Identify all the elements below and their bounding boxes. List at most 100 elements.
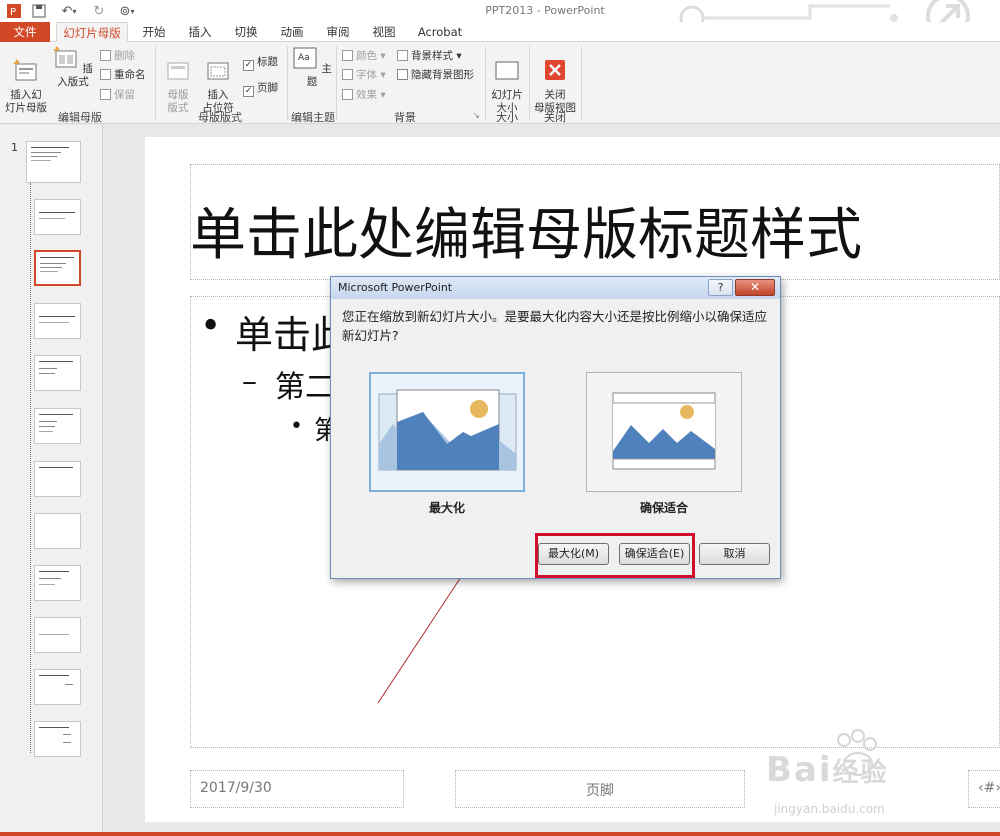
ribbon-separator xyxy=(155,46,156,120)
delete-label: 删除 xyxy=(114,50,135,62)
background-styles-label: 背景样式 xyxy=(411,50,453,62)
close-master-view-button[interactable]: 关闭 母版视图 xyxy=(532,46,578,115)
tab-review[interactable]: 审阅 xyxy=(318,22,358,42)
thumbnail-layout[interactable] xyxy=(34,199,81,235)
group-label-close: 关闭 xyxy=(544,111,566,124)
powerpoint-logo-icon: P xyxy=(6,2,22,20)
tab-acrobat[interactable]: Acrobat xyxy=(412,22,468,42)
effects-icon xyxy=(342,89,353,100)
thumbnail-layout[interactable] xyxy=(34,355,81,391)
checkmark-icon: ✓ xyxy=(243,86,254,97)
thumbnail-layout[interactable] xyxy=(34,617,81,653)
save-icon[interactable] xyxy=(30,2,48,20)
tab-insert[interactable]: 插入 xyxy=(180,22,220,42)
ribbon-separator xyxy=(485,46,486,120)
slide-size-icon xyxy=(495,61,519,80)
bullet-dot: • xyxy=(200,306,222,347)
master-layout-icon xyxy=(167,62,189,80)
effects-label: 效果 xyxy=(356,89,377,101)
master-layout-button[interactable]: 母版 版式 xyxy=(160,46,196,115)
insert-placeholder-icon xyxy=(207,62,229,80)
ribbon-separator xyxy=(336,46,337,120)
background-styles-dropdown[interactable]: 背景样式 ▾ xyxy=(397,48,462,64)
tab-transitions[interactable]: 切换 xyxy=(226,22,266,42)
group-label-master-layout: 母版版式 xyxy=(198,111,242,124)
ensure-fit-option[interactable] xyxy=(586,372,742,492)
dialog-launcher-icon[interactable]: ↘ xyxy=(473,108,480,124)
rename-button[interactable]: 重命名 xyxy=(100,67,146,83)
background-styles-icon xyxy=(397,50,408,61)
dialog-message: 您正在缩放到新幻灯片大小。是要最大化内容大小还是按比例缩小以确保适应新幻灯片? xyxy=(342,309,768,343)
theme-icon: Aa xyxy=(293,47,317,69)
dash-marker: – xyxy=(242,364,257,399)
bottom-status-strip xyxy=(0,832,1000,836)
redo-icon[interactable]: ↻ xyxy=(90,2,108,20)
maximize-option[interactable] xyxy=(369,372,525,492)
present-icon[interactable]: ⊚ ▾ xyxy=(114,2,140,20)
title-checkbox[interactable]: ✓ 标题 xyxy=(243,54,278,71)
tab-slide-master[interactable]: 幻灯片母版 xyxy=(56,22,128,43)
checkbox-icon xyxy=(397,69,408,80)
tab-file[interactable]: 文件 xyxy=(0,22,50,42)
slide-title[interactable]: 单击此处编辑母版标题样式 xyxy=(190,190,862,271)
help-button[interactable]: ? xyxy=(708,279,733,296)
thumbnail-pane: 1 xyxy=(0,125,103,836)
title-bar: P ↶ ▾ ↻ ⊚ ▾ PPT2013 - PowerPoint xyxy=(0,0,1000,38)
cancel-button[interactable]: 取消 xyxy=(699,543,770,565)
undo-icon[interactable]: ↶ ▾ xyxy=(56,2,82,20)
tab-home[interactable]: 开始 xyxy=(134,22,174,42)
tab-animations[interactable]: 动画 xyxy=(272,22,312,42)
tab-view[interactable]: 视图 xyxy=(364,22,404,42)
thumbnail-layout[interactable] xyxy=(34,565,81,601)
group-label-background: 背景 xyxy=(394,111,416,124)
date-text: 2017/9/30 xyxy=(200,780,272,796)
thumbnail-layout[interactable] xyxy=(34,721,81,757)
insert-placeholder-button[interactable]: 插入 占位符 xyxy=(196,46,240,115)
hide-background-checkbox[interactable]: 隐藏背景图形 xyxy=(397,67,474,83)
group-label-size: 大小 xyxy=(496,111,518,124)
group-label-edit-master: 编辑母版 xyxy=(58,111,102,124)
dialog-header: Microsoft PowerPoint ? ✕ xyxy=(331,277,780,299)
dialog-title: Microsoft PowerPoint xyxy=(338,281,453,294)
watermark-brand: Bai xyxy=(766,750,833,790)
ribbon-separator xyxy=(529,46,530,120)
dialog-close-button[interactable]: ✕ xyxy=(735,279,775,296)
tree-line xyxy=(30,183,31,753)
title-checkbox-label: 标题 xyxy=(257,56,278,68)
footer-checkbox[interactable]: ✓ 页脚 xyxy=(243,80,278,97)
thumbnail-master[interactable] xyxy=(26,141,81,183)
baidu-watermark: Bai经验 jingyan.baidu.com xyxy=(762,724,1000,836)
fonts-dropdown[interactable]: 字体 ▾ xyxy=(342,67,386,83)
preserve-icon xyxy=(100,89,111,100)
watermark-suffix: 经验 xyxy=(832,758,889,788)
ribbon: 插入幻 灯片母版 插入版式 删除 重命名 保留 编辑母版 母版 版式 插入 占位… xyxy=(0,42,1000,124)
group-label-edit-theme: 编辑主题 xyxy=(291,111,335,124)
insert-slide-master-button[interactable]: 插入幻 灯片母版 xyxy=(4,46,48,115)
thumbnail-layout[interactable] xyxy=(34,303,81,339)
fonts-label: 字体 xyxy=(356,69,377,81)
svg-text:Aa: Aa xyxy=(298,53,310,63)
slide-size-button[interactable]: 幻灯片 大小 xyxy=(488,46,526,115)
thumbnail-layout[interactable] xyxy=(34,513,81,549)
theme-button[interactable]: Aa 主题 xyxy=(292,46,332,89)
maximize-illustration-icon xyxy=(378,389,517,471)
insert-layout-button[interactable]: 插入版式 xyxy=(48,46,98,89)
app-title: PPT2013 - PowerPoint xyxy=(485,4,605,17)
insert-master-icon xyxy=(14,59,37,81)
ribbon-tabs: 文件 幻灯片母版 开始 插入 切换 动画 审阅 视图 Acrobat xyxy=(0,22,1000,43)
slide-number: 1 xyxy=(11,141,18,154)
delete-button[interactable]: 删除 xyxy=(100,48,135,64)
bullet-level-2[interactable]: 第二 xyxy=(275,362,335,406)
ribbon-separator xyxy=(581,46,582,120)
thumbnail-layout[interactable] xyxy=(34,461,81,497)
insert-layout-icon xyxy=(54,46,77,68)
thumbnail-layout-selected[interactable] xyxy=(34,250,81,286)
effects-dropdown[interactable]: 效果 ▾ xyxy=(342,87,386,103)
rename-label: 重命名 xyxy=(114,69,146,81)
colors-icon xyxy=(342,50,353,61)
highlight-box xyxy=(535,533,695,578)
preserve-button[interactable]: 保留 xyxy=(100,87,135,103)
thumbnail-layout[interactable] xyxy=(34,408,81,444)
colors-dropdown[interactable]: 颜色 ▾ xyxy=(342,48,386,64)
thumbnail-layout[interactable] xyxy=(34,669,81,705)
